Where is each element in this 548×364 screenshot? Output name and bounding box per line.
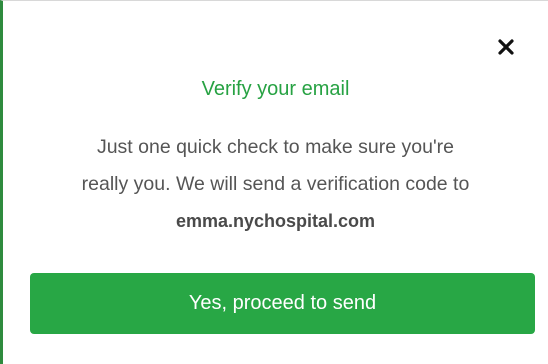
close-icon	[498, 39, 514, 55]
message-line-2: really you. We will send a verification …	[81, 173, 470, 195]
dialog-message: Just one quick check to make sure you're…	[27, 129, 524, 240]
message-line-1: Just one quick check to make sure you're	[96, 136, 455, 158]
proceed-to-send-button[interactable]: Yes, proceed to send	[30, 273, 535, 334]
dialog-title: Verify your email	[201, 78, 350, 100]
email-address: emma.nychospital.com	[175, 211, 376, 231]
close-button[interactable]	[496, 37, 516, 57]
verify-email-dialog: Verify your email Just one quick check t…	[0, 0, 548, 364]
